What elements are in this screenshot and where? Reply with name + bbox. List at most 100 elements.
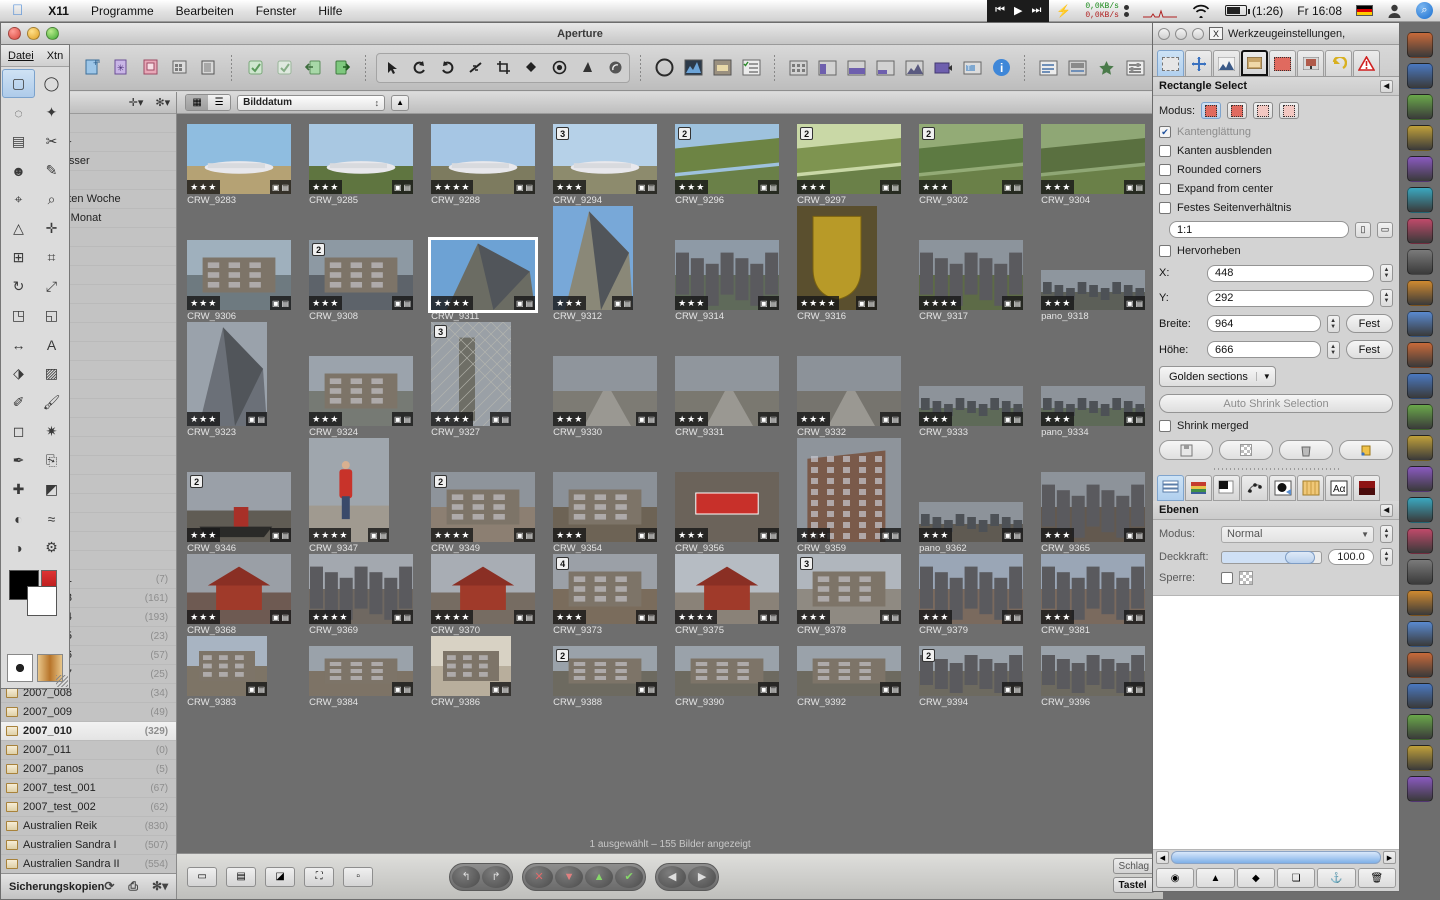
y-stepper[interactable]: ▲▼	[1380, 289, 1393, 307]
star-icon[interactable]	[1093, 55, 1119, 81]
selection-editor-icon[interactable]	[1269, 50, 1296, 76]
thumbnail-cell[interactable]: ★★★★▣▤CRW_9347	[309, 438, 431, 554]
thumbnail-image[interactable]: ▣▤	[1041, 646, 1145, 696]
thumbnail-cell[interactable]: ★★★▣▤CRW_9381	[1041, 554, 1163, 636]
thumbnail-image[interactable]: ★★★★▣▤	[309, 438, 389, 542]
dock-horizontal-scrollbar[interactable]: ◀ ▶	[1153, 849, 1399, 865]
color-swatches[interactable]	[1, 564, 69, 642]
lock-alpha-icon[interactable]	[1239, 571, 1253, 585]
app-icon-12[interactable]	[1407, 373, 1433, 399]
width-input[interactable]: 964	[1207, 315, 1321, 332]
thumbnail-cell[interactable]: 2▣▤CRW_9388	[553, 646, 675, 708]
thumbnail-cell[interactable]: ★★★▣▤CRW_9304	[1041, 124, 1163, 206]
stack-badge[interactable]: 3	[556, 127, 569, 140]
app-icon-17[interactable]	[1407, 528, 1433, 554]
thumbnail-image[interactable]: ★★★▣▤	[675, 240, 779, 310]
thumbnail-image[interactable]: ★★★▣▤	[1041, 386, 1145, 426]
free-select-icon[interactable]: ◌	[2, 98, 35, 127]
stack-badge[interactable]: 3	[434, 325, 447, 338]
stack-badge[interactable]: 2	[556, 649, 569, 662]
play-icon[interactable]: ▶	[1014, 4, 1022, 17]
thumbnail-image[interactable]: ★★★▣▤	[675, 472, 779, 542]
rating-stars[interactable]: ★★★	[919, 412, 952, 426]
stack-badge[interactable]: 2	[312, 243, 325, 256]
app-icon-20[interactable]	[1407, 621, 1433, 647]
brush-dock-tabs[interactable]: Aα	[1153, 475, 1399, 501]
rating-stars[interactable]: ★★★★	[675, 610, 717, 624]
rounded-corners-checkbox[interactable]	[1159, 164, 1171, 176]
histogram-icon[interactable]	[901, 55, 927, 81]
app-icon-21[interactable]	[1407, 652, 1433, 678]
thumbnail-image[interactable]: ★★★★▣▤	[797, 206, 877, 310]
thumbnail-cell[interactable]: ★★★▣▤pano_9362	[919, 502, 1041, 554]
text-overlay-icon[interactable]: T	[959, 55, 985, 81]
thumbnail-image[interactable]: ★★★★▣▤	[919, 240, 1023, 310]
arrow-select-icon[interactable]	[378, 55, 404, 81]
error-console-icon[interactable]	[1353, 50, 1380, 76]
apple-icon[interactable]: 	[12, 3, 23, 18]
lift-icon[interactable]	[574, 55, 600, 81]
close-button[interactable]	[8, 27, 21, 40]
thumbnail-cell[interactable]: ★★★▣▤CRW_9324	[309, 356, 431, 438]
media-controls[interactable]: ⏮ ▶ ⏭	[987, 0, 1049, 22]
clock[interactable]: Fr 16:08	[1290, 4, 1349, 18]
toolbox-tools[interactable]: ▢◯◌✦▤✂☻✎⌖⌕△✛⊞⌗↻⤢◳◱↔A⬗▨✐🖌◻✷✒⎘✚◩◐≈◑⚙	[1, 67, 69, 564]
rotate-icon[interactable]: ↻	[2, 272, 35, 301]
shear-icon[interactable]: ◳	[2, 301, 35, 330]
airbrush-icon[interactable]: ✷	[35, 417, 68, 446]
stack-badge[interactable]: 2	[678, 127, 691, 140]
previous-track-icon[interactable]: ⏮	[995, 4, 1005, 17]
lower-layer-icon[interactable]: ◆	[1237, 868, 1275, 888]
red-eye-icon[interactable]	[546, 55, 572, 81]
width-stepper[interactable]: ▲▼	[1327, 315, 1340, 333]
height-input[interactable]: 666	[1207, 341, 1321, 358]
thumbnail-image[interactable]: ★★★▣▤	[187, 124, 291, 194]
close-button[interactable]	[1158, 28, 1170, 40]
rotate-right-icon[interactable]: ↱	[482, 866, 510, 888]
thumbnail-cell[interactable]: ▣▤CRW_9396	[1041, 646, 1163, 708]
rating-stars[interactable]: ★★★★	[309, 610, 351, 624]
gradients-icon[interactable]	[1213, 475, 1240, 501]
inspector-icon[interactable]	[1035, 55, 1061, 81]
thumbnail-cell[interactable]: 2★★★▣▤CRW_9296	[675, 124, 797, 206]
app-icon-5[interactable]	[1407, 156, 1433, 182]
import-icon[interactable]	[300, 55, 326, 81]
expand-center-row[interactable]: Expand from center	[1159, 183, 1393, 195]
eject-icon[interactable]: ⎙	[128, 879, 138, 894]
thumbnail-cell[interactable]: 3★★★▣▤CRW_9294	[553, 124, 675, 206]
auto-shrink-button[interactable]: Auto Shrink Selection	[1159, 394, 1393, 413]
thumbnail-image[interactable]: 2★★★▣▤	[797, 124, 901, 194]
brushes-icon[interactable]	[1157, 475, 1184, 501]
thumbnail-cell[interactable]: ★★★▣▤CRW_9333	[919, 386, 1041, 438]
rating-stars[interactable]: ★★★	[1041, 412, 1074, 426]
rating-stars[interactable]: ★★★★	[309, 528, 351, 542]
crop-icon[interactable]: ⌗	[35, 243, 68, 272]
rating-stars[interactable]: ★★★	[675, 296, 708, 310]
rating-stars[interactable]: ★★★	[187, 412, 220, 426]
layer-mode-stepper[interactable]: ▲▼	[1380, 525, 1393, 543]
straighten-icon[interactable]	[462, 55, 488, 81]
thumbnail-cell[interactable]: ★★★★▣▤CRW_9370	[431, 554, 553, 636]
paint-dynamics-icon[interactable]	[1297, 475, 1324, 501]
rating-stars[interactable]: ★★★	[675, 180, 708, 194]
opacity-value[interactable]: 100.0	[1328, 549, 1374, 565]
scale-icon[interactable]: ⤢	[35, 272, 68, 301]
rating-stars[interactable]: ★★★	[675, 528, 708, 542]
rating-stars[interactable]: ★★★	[553, 296, 586, 310]
reset-options-icon[interactable]	[1339, 440, 1393, 460]
thumbnail-image[interactable]: ★★★▣▤	[919, 554, 1023, 624]
rectangle-select-icon[interactable]: ▢	[2, 69, 35, 98]
fuzzy-select-icon[interactable]: ✦	[35, 98, 68, 127]
thumbnail-image[interactable]: 2★★★▣▤	[675, 124, 779, 194]
height-fixed-button[interactable]: Fest	[1346, 340, 1393, 359]
check-gray-icon[interactable]	[271, 55, 297, 81]
eraser-icon[interactable]: ◻	[2, 417, 35, 446]
viewer-icon[interactable]: ▭	[187, 867, 217, 887]
rating-stars[interactable]: ★★★★	[431, 296, 473, 310]
loupe-icon[interactable]	[651, 55, 677, 81]
sidebar-item[interactable]: 2007_009(49)	[1, 703, 176, 722]
thumbnail-image[interactable]: ★★★▣▤	[553, 206, 633, 310]
split-right-icon[interactable]	[872, 55, 898, 81]
rating-stars[interactable]: ★★★	[309, 412, 342, 426]
rating-stars[interactable]: ★★★	[1041, 528, 1074, 542]
